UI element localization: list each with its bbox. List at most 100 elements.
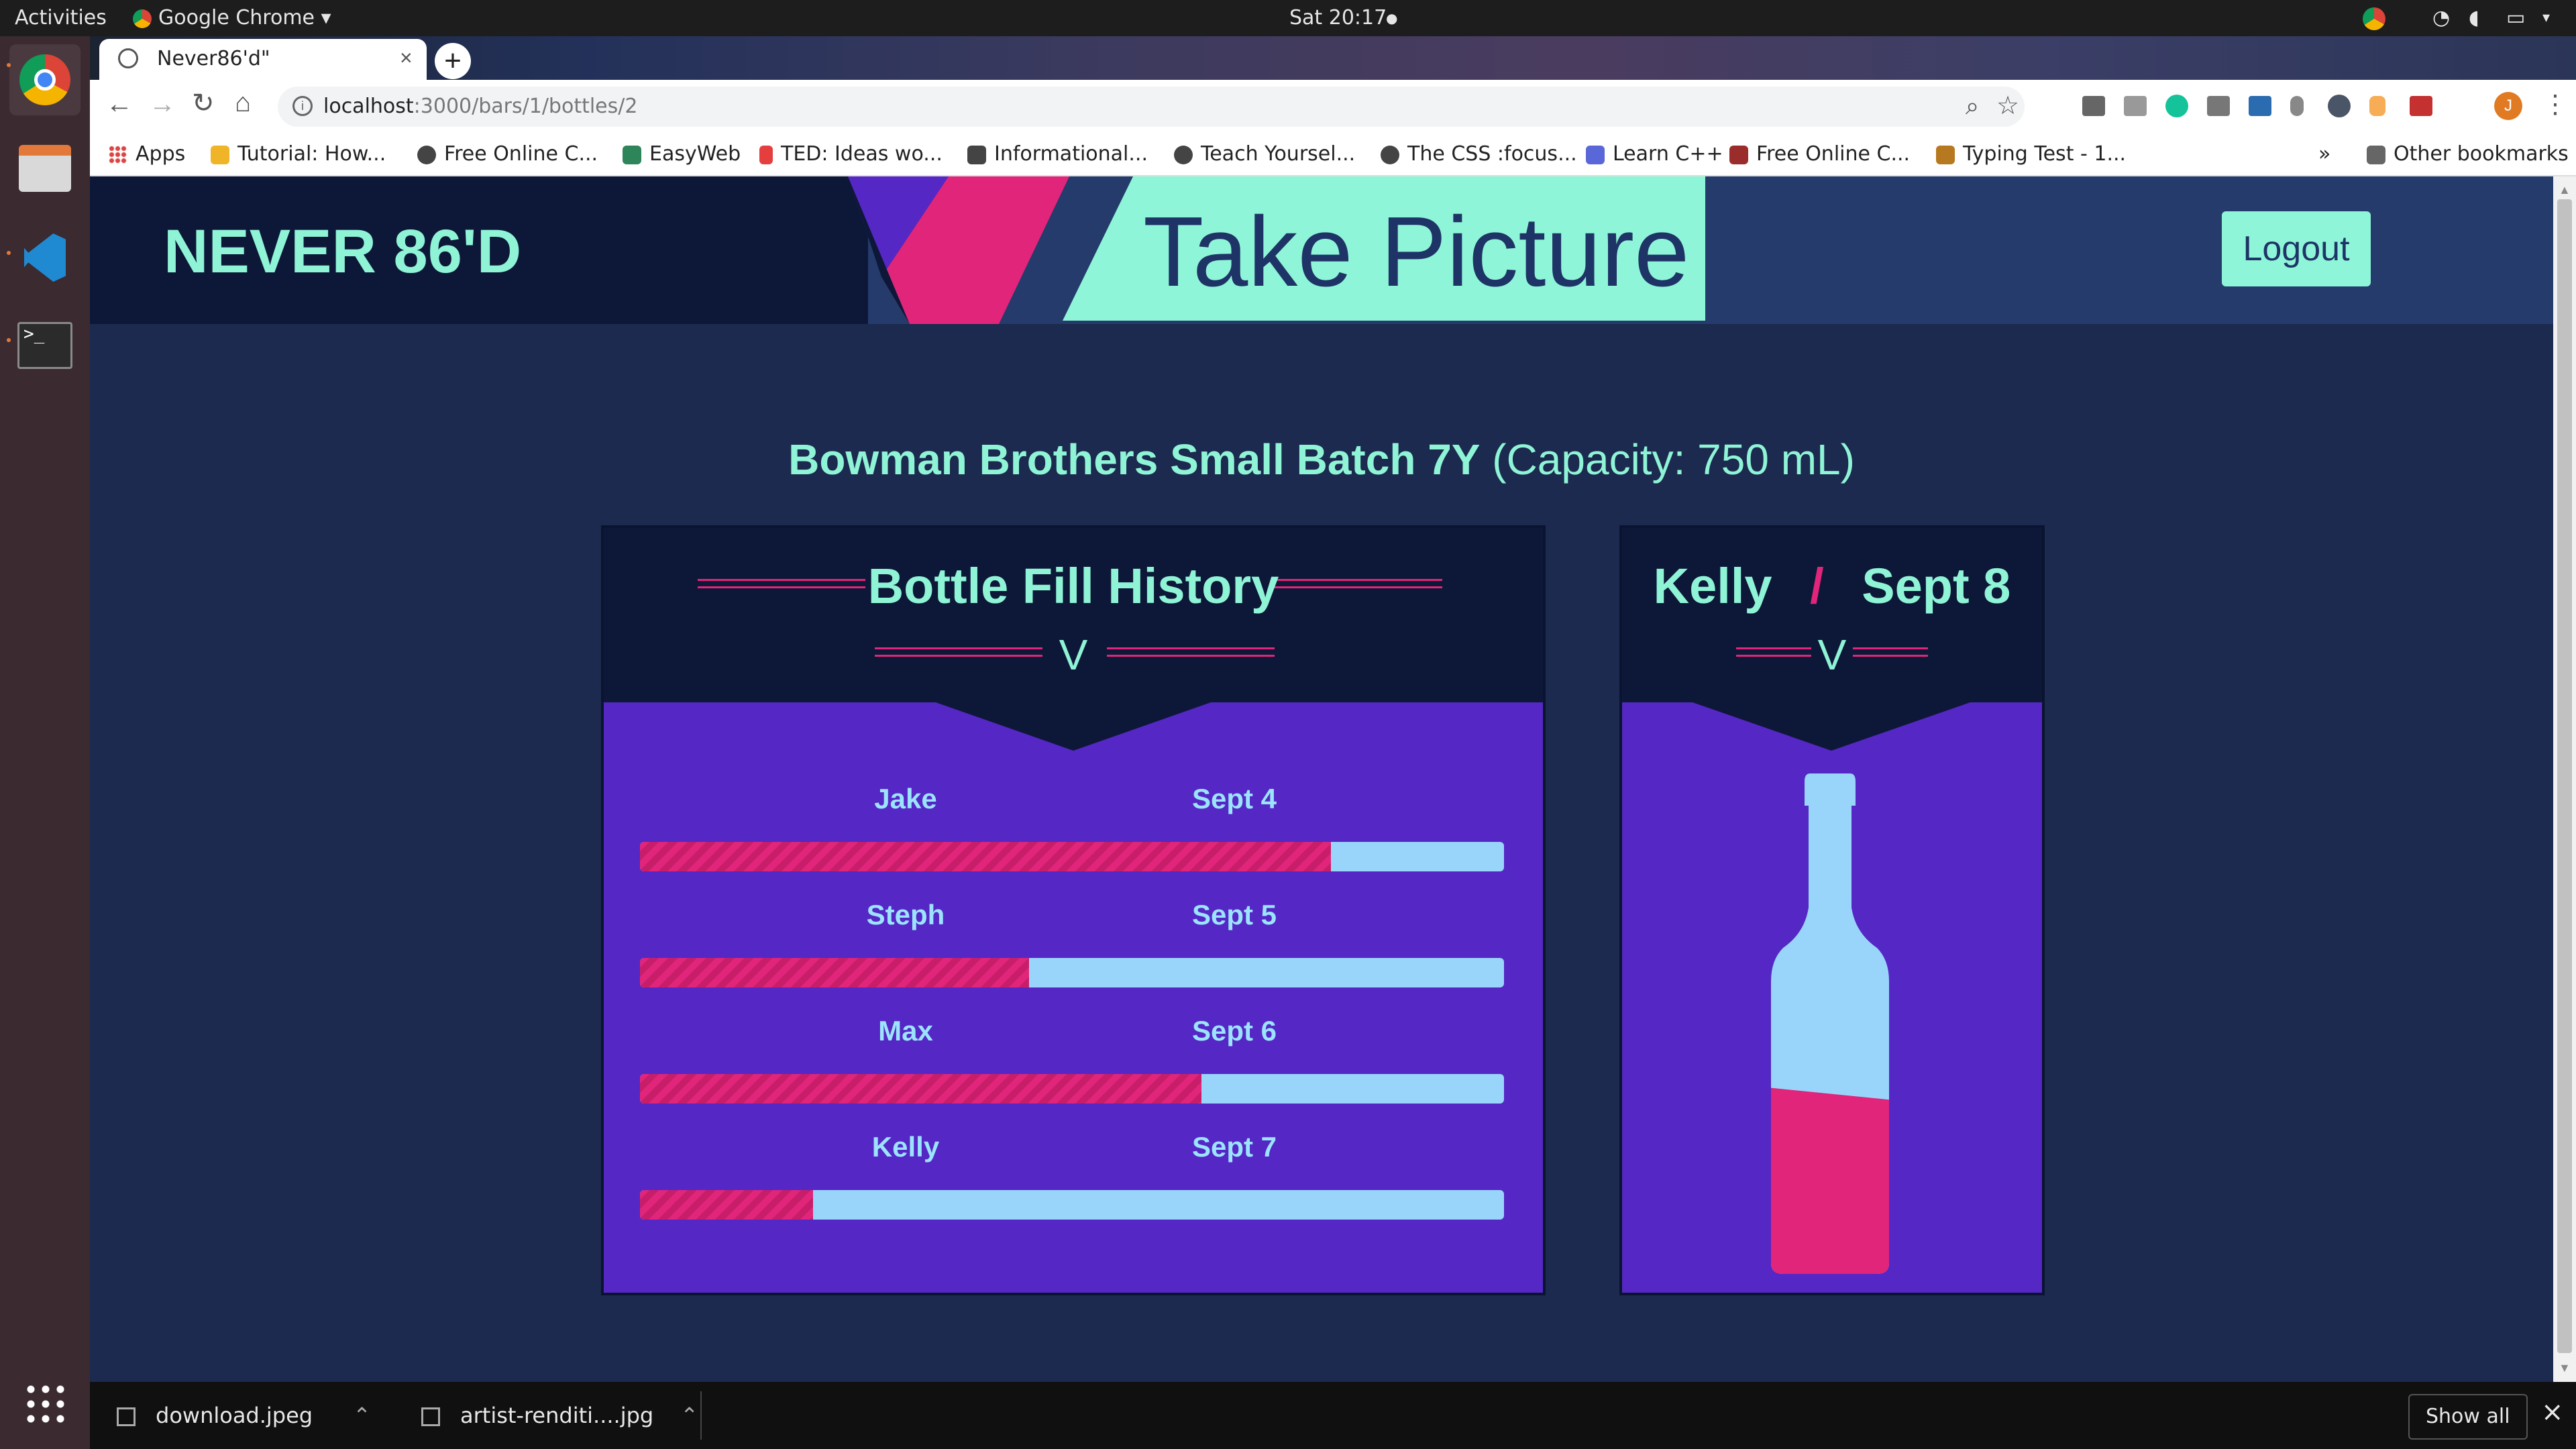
bookmark-item[interactable]: Tutorial: How... <box>211 133 386 175</box>
running-indicator <box>7 63 11 67</box>
home-icon[interactable]: ⌂ <box>235 88 251 118</box>
extension-icon[interactable] <box>2249 96 2271 116</box>
globe-icon <box>417 145 436 164</box>
running-indicator <box>7 251 11 255</box>
globe-icon <box>1174 145 1193 164</box>
extension-icon[interactable] <box>2369 96 2385 116</box>
volume-icon[interactable]: ◖ <box>2469 0 2479 36</box>
wifi-icon[interactable]: ◔ <box>2432 0 2450 36</box>
terminal-icon[interactable]: >_ <box>9 310 80 381</box>
activities-button[interactable]: Activities <box>15 0 107 36</box>
gmail-extension-icon[interactable] <box>2082 96 2105 116</box>
extension-icon[interactable] <box>2410 96 2432 116</box>
chrome-icon[interactable] <box>9 44 80 115</box>
dock: >_ <box>0 36 90 1449</box>
logout-button[interactable]: Logout <box>2222 211 2371 286</box>
bookmark-item[interactable]: The CSS :focus... <box>1381 133 1577 175</box>
fill-bar <box>640 958 1504 987</box>
bottle-icon <box>1771 773 1889 1274</box>
files-icon[interactable] <box>9 133 80 204</box>
bookmark-item[interactable]: Free Online C... <box>417 133 598 175</box>
extension-icon[interactable] <box>2207 96 2230 116</box>
close-downloads-icon[interactable]: × <box>2541 1397 2564 1428</box>
download-item[interactable]: download.jpeg ⌃ <box>117 1382 371 1449</box>
grammarly-icon[interactable] <box>2165 95 2188 117</box>
bookmark-item[interactable]: Free Online C... <box>1729 133 1910 175</box>
close-tab-icon[interactable]: × <box>400 46 413 70</box>
url-path: :3000/bars/1/bottles/2 <box>413 95 638 118</box>
reload-icon[interactable]: ↻ <box>192 88 215 119</box>
image-file-icon <box>117 1407 136 1426</box>
row-user: Max <box>878 1015 933 1046</box>
page-scrollbar[interactable]: ▲ ▼ <box>2553 176 2576 1382</box>
info-icon[interactable]: i <box>292 96 313 116</box>
show-all-button[interactable]: Show all <box>2408 1394 2528 1440</box>
menu-icon[interactable]: ⋮ <box>2542 89 2568 119</box>
row-date: Sept 5 <box>1191 899 1277 930</box>
caret-icon: V <box>1059 631 1088 679</box>
address-bar[interactable]: i localhost:3000/bars/1/bottles/2 ⌕ ☆ <box>278 87 2025 127</box>
chevron-up-icon[interactable]: ⌃ <box>353 1403 371 1428</box>
brand-logo[interactable]: NEVER 86'D <box>164 217 521 287</box>
row-user: Steph <box>866 899 945 930</box>
bottle-capacity: (Capacity: 750 mL) <box>1492 435 1855 484</box>
new-tab-button[interactable]: + <box>435 43 471 79</box>
chrome-tray-icon[interactable] <box>2363 0 2385 36</box>
bookmark-item[interactable]: TED: Ideas wo... <box>759 133 943 175</box>
grid-icon[interactable] <box>23 1382 66 1425</box>
toolbar: ← → ↻ ⌂ i localhost:3000/bars/1/bottles/… <box>90 80 2576 133</box>
fill-bar <box>640 842 1504 871</box>
download-item[interactable]: artist-renditi....jpg ⌃ <box>421 1382 698 1449</box>
star-icon[interactable]: ☆ <box>1996 91 2019 121</box>
caret-icon: V <box>1817 631 1847 679</box>
chrome-icon <box>133 9 152 28</box>
scroll-thumb[interactable] <box>2557 199 2572 1353</box>
vscode-icon[interactable] <box>9 221 80 292</box>
extension-icon[interactable] <box>2124 96 2147 116</box>
more-bookmarks-icon[interactable]: » <box>2318 133 2330 175</box>
bookmark-item[interactable]: Typing Test - 1... <box>1936 133 2126 175</box>
battery-icon[interactable]: ▭ <box>2506 0 2525 36</box>
bookmark-item[interactable]: Learn C++ <box>1586 133 1723 175</box>
bookmark-favicon-icon <box>211 145 229 164</box>
bookmark-item[interactable]: Teach Yoursel... <box>1174 133 1355 175</box>
back-icon[interactable]: ← <box>106 89 133 119</box>
zoom-icon[interactable]: ⌕ <box>1966 92 1979 121</box>
downloads-bar: download.jpeg ⌃ artist-renditi....jpg ⌃ Sh… <box>90 1382 2576 1449</box>
chevron-up-icon[interactable]: ⌃ <box>680 1403 698 1428</box>
other-bookmarks[interactable]: Other bookmarks <box>2367 133 2569 175</box>
bookmark-favicon-icon <box>623 145 641 164</box>
bookmark-favicon-icon <box>967 145 986 164</box>
os-top-bar: Activities Google Chrome ▾ Sat 20:17 ● ◔… <box>0 0 2576 36</box>
bottle-heading: Bowman Brothers Small Batch 7Y (Capacity… <box>90 435 2553 484</box>
app-header: NEVER 86'D Take Picture Logout <box>90 176 2553 324</box>
current-title: Kelly / Sept 8 <box>1622 557 2042 614</box>
extension-icon[interactable] <box>2290 96 2304 116</box>
extension-icon[interactable] <box>2328 95 2351 117</box>
app-menu[interactable]: Google Chrome ▾ <box>133 0 331 36</box>
scroll-down-icon[interactable]: ▼ <box>2559 1361 2571 1375</box>
separator: / <box>1810 558 1824 614</box>
fill-level <box>640 1074 1202 1104</box>
bookmark-apps[interactable]: Apps <box>109 133 185 175</box>
tab-title: Never86'd" <box>157 47 270 70</box>
fill-level <box>640 1190 813 1220</box>
forward-icon[interactable]: → <box>149 89 176 119</box>
scroll-up-icon[interactable]: ▲ <box>2559 183 2571 197</box>
folder-icon <box>2367 145 2385 164</box>
row-user: Kelly <box>871 1131 940 1163</box>
ted-icon <box>759 145 773 164</box>
fill-bar <box>640 1190 1504 1220</box>
fill-bar <box>640 1074 1504 1104</box>
app-name: Google Chrome <box>158 6 315 30</box>
bookmark-favicon-icon <box>1936 145 1955 164</box>
system-menu-icon[interactable]: ▾ <box>2542 0 2550 36</box>
bookmark-item[interactable]: EasyWeb <box>623 133 741 175</box>
bookmark-item[interactable]: Informational... <box>967 133 1148 175</box>
browser-tab[interactable]: Never86'd" × <box>99 39 427 80</box>
apps-grid-icon <box>109 145 127 164</box>
tab-strip: Never86'd" × + <box>90 36 2576 80</box>
profile-avatar[interactable]: J <box>2494 92 2522 120</box>
row-user: Jake <box>874 783 937 814</box>
clock[interactable]: Sat 20:17 <box>1289 0 1387 36</box>
